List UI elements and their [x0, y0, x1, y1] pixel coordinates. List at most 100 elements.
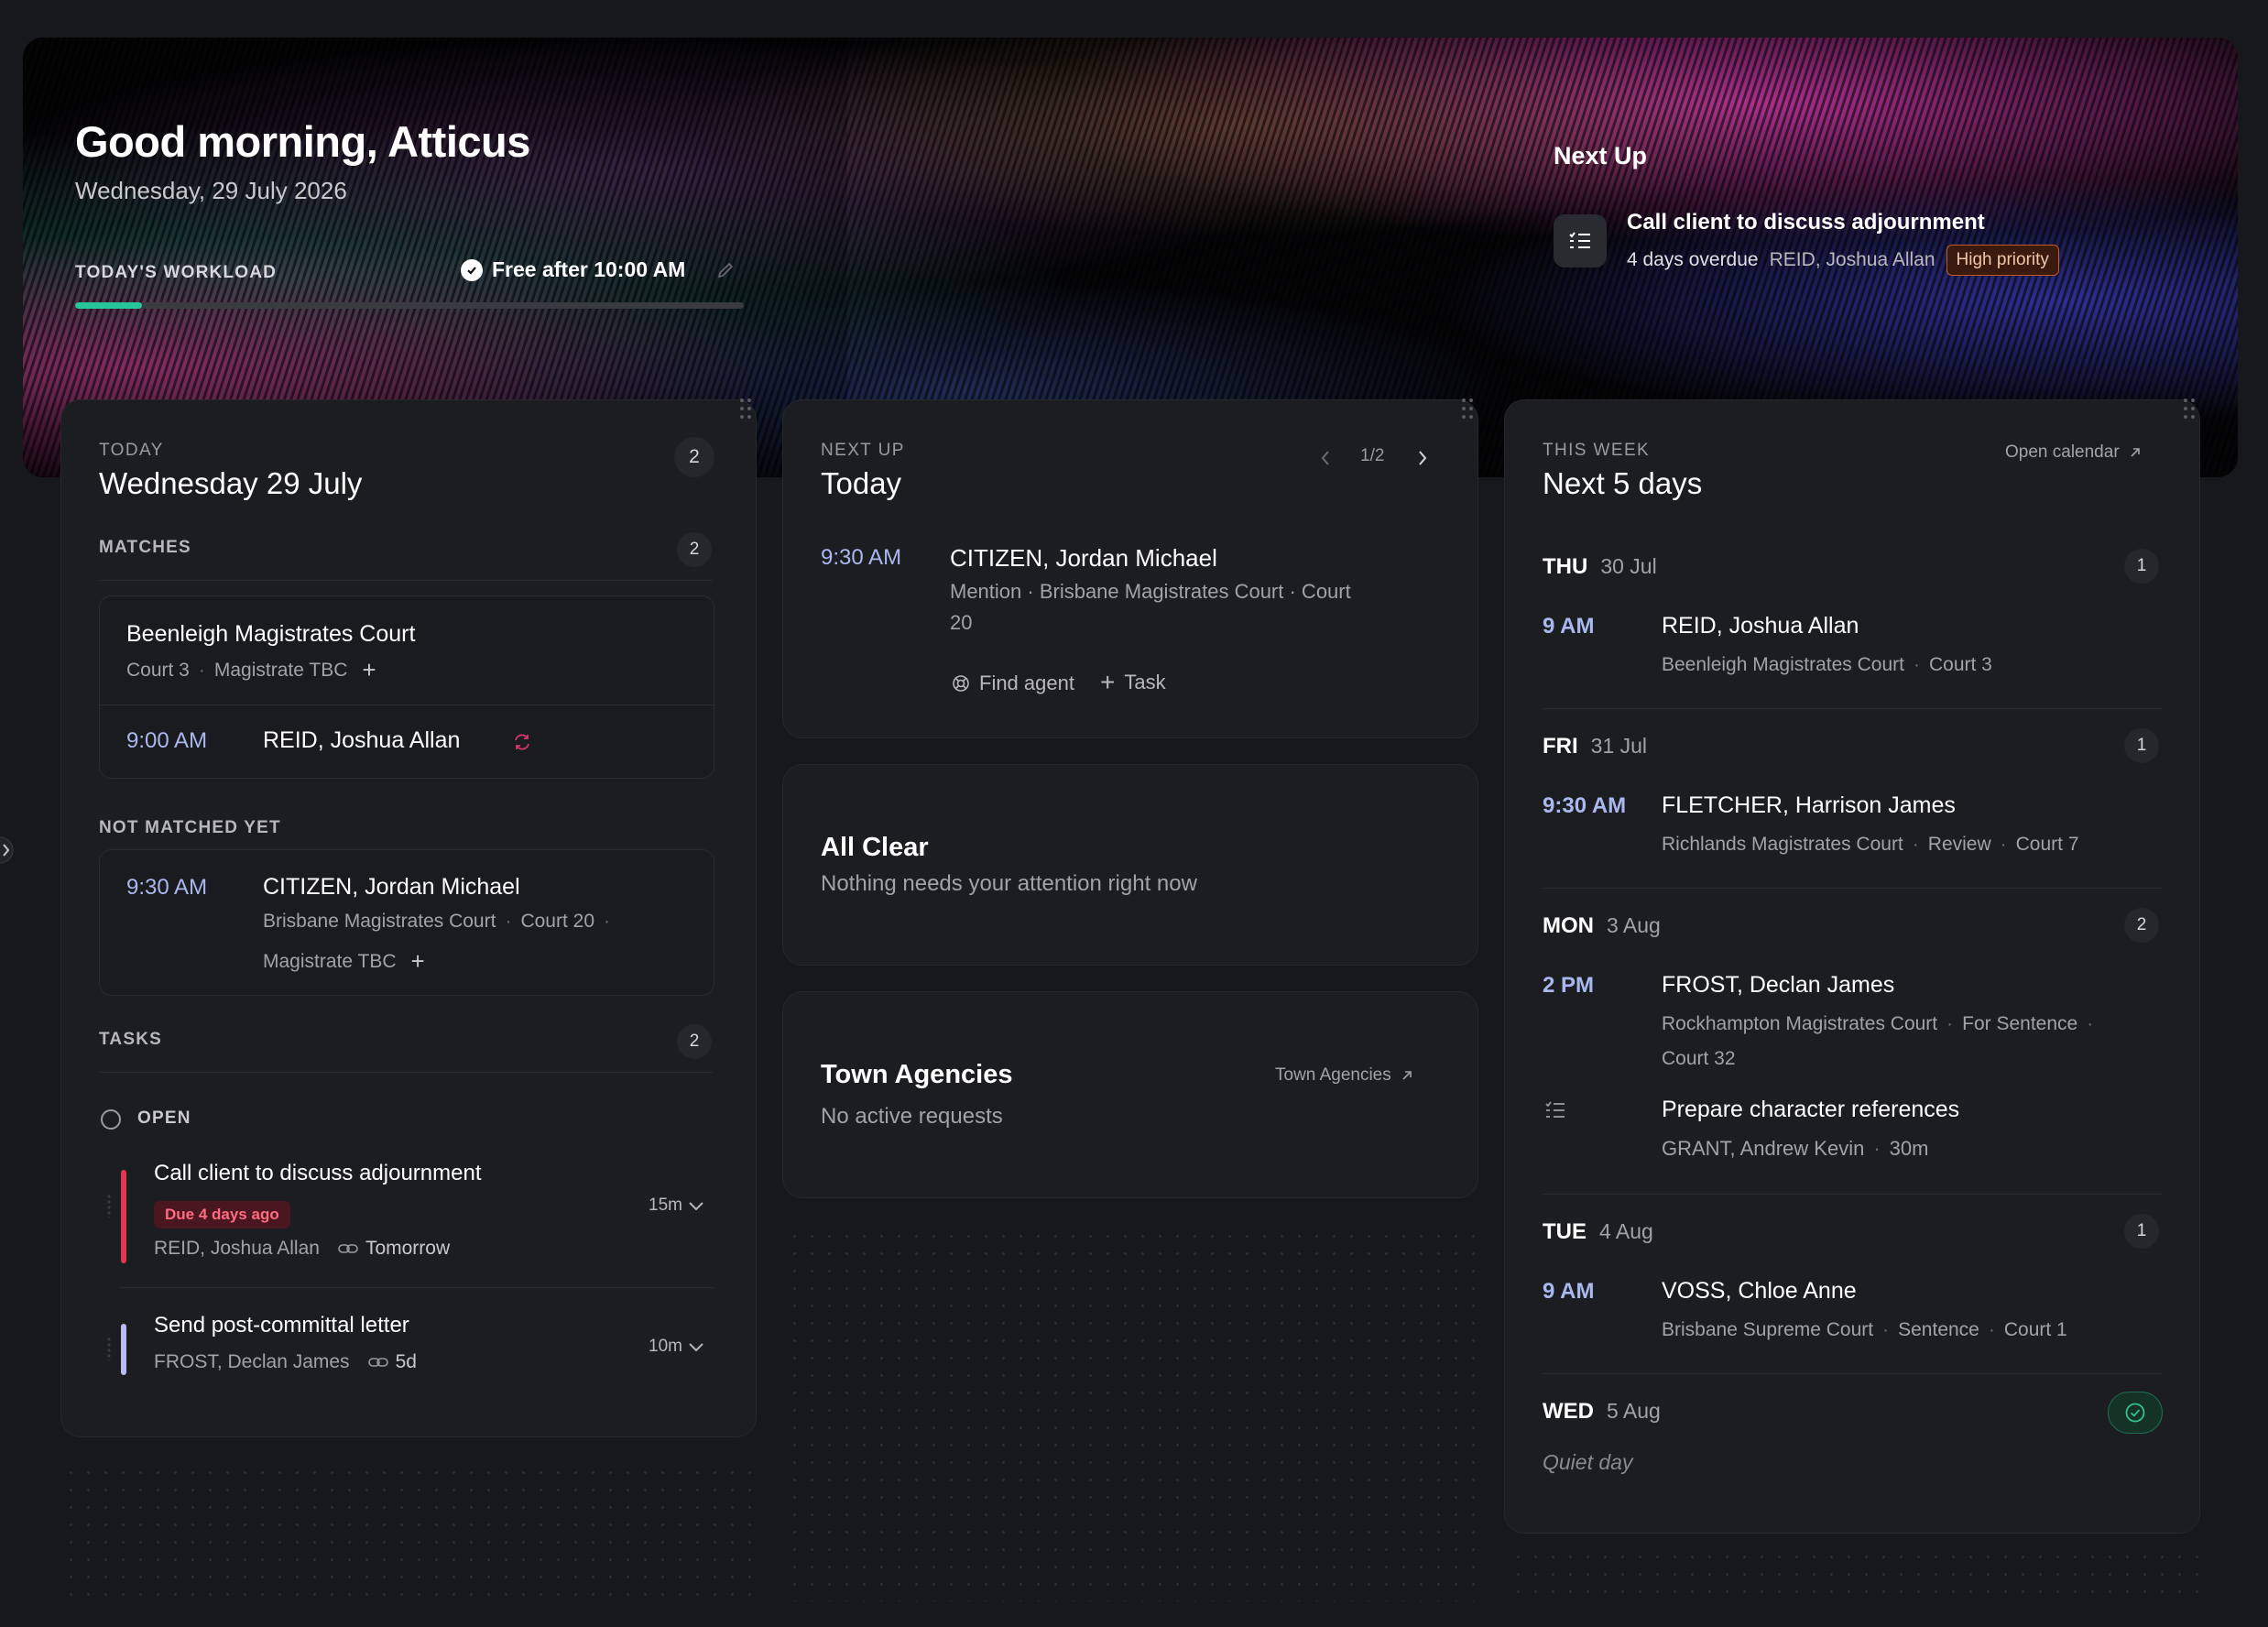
- week-event-client[interactable]: VOSS, Chloe Anne: [1662, 1278, 1857, 1305]
- week-event-meta: Beenleigh Magistrates Court · Court 3: [1662, 654, 1992, 675]
- drag-handle-icon[interactable]: [1460, 397, 1475, 420]
- unmatched-magistrate: Magistrate TBC: [263, 950, 397, 972]
- task-priority-bar: [121, 1324, 126, 1375]
- week-event-court-number: Court 1: [2003, 1319, 2067, 1340]
- week-event-meta: Brisbane Supreme Court · Sentence · Court …: [1662, 1319, 2067, 1340]
- drag-handle-icon[interactable]: [738, 397, 753, 420]
- task-link[interactable]: Tomorrow: [338, 1238, 450, 1260]
- dot-grid-bg: [1510, 1548, 2204, 1603]
- edit-pencil-icon[interactable]: [715, 260, 736, 280]
- match-magistrate: Magistrate TBC: [213, 659, 348, 681]
- unmatched-appearance[interactable]: 9:30 AM CITIZEN, Jordan Michael Brisbane…: [99, 849, 714, 996]
- chevron-down-icon[interactable]: [687, 1340, 705, 1353]
- divider: [99, 580, 713, 581]
- unmatched-meta-line2: Magistrate TBC +: [263, 947, 425, 976]
- task-item[interactable]: Call client to discuss adjournment Due 4…: [99, 1161, 714, 1298]
- next-up-card: NEXT UP Today 1/2 9:30 AM CITIZEN, Jorda…: [782, 399, 1478, 738]
- next-up-title: Today: [821, 466, 902, 500]
- sync-icon[interactable]: [512, 732, 532, 752]
- week-event-type: For Sentence: [1962, 1013, 2078, 1034]
- unmatched-time: 9:30 AM: [126, 875, 208, 900]
- dashboard: Good morning, Atticus Wednesday, 29 July…: [0, 0, 2268, 1627]
- divider: [119, 1287, 714, 1288]
- task-link-text: 5d: [395, 1351, 417, 1372]
- week-day-name: TUE: [1543, 1219, 1587, 1244]
- week-task-title[interactable]: Prepare character references: [1662, 1097, 1959, 1123]
- priority-badge: High priority: [1946, 245, 2059, 276]
- all-clear-card: All Clear Nothing needs your attention r…: [782, 764, 1478, 966]
- unmatched-client[interactable]: CITIZEN, Jordan Michael: [263, 874, 520, 901]
- drag-handle-icon[interactable]: [107, 1194, 111, 1218]
- town-agencies-link[interactable]: Town Agencies: [1275, 1065, 1413, 1086]
- week-day-count: 2: [2124, 908, 2159, 943]
- week-day-count: 1: [2124, 549, 2159, 584]
- drag-handle-icon[interactable]: [2182, 397, 2197, 420]
- divider: [1543, 1373, 2162, 1374]
- task-client: REID, Joshua Allan: [154, 1238, 320, 1259]
- today-card: TODAY Wednesday 29 July 2 MATCHES 2 Been…: [60, 399, 757, 1437]
- tasks-label: TASKS: [99, 1030, 162, 1049]
- workload-progress-fill: [75, 302, 142, 309]
- match-court-group[interactable]: Beenleigh Magistrates Court Court 3 · Ma…: [99, 595, 714, 779]
- match-client[interactable]: REID, Joshua Allan: [263, 727, 460, 754]
- task-item[interactable]: Send post-committal letter FROST, Declan…: [99, 1313, 714, 1404]
- week-event-court: Richlands Magistrates Court: [1662, 834, 1903, 855]
- week-event-time: 9:30 AM: [1543, 793, 1627, 818]
- week-title: Next 5 days: [1543, 466, 1703, 500]
- greeting-title: Good morning, Atticus: [75, 117, 530, 166]
- open-calendar-link[interactable]: Open calendar: [2005, 442, 2142, 463]
- all-clear-title: All Clear: [821, 833, 929, 862]
- week-task-duration: 30m: [1889, 1137, 1929, 1160]
- external-link-icon: [1402, 1071, 1412, 1080]
- town-agencies-card: Town Agencies Town Agencies No active re…: [782, 991, 1478, 1198]
- chevron-right-icon[interactable]: [1415, 448, 1430, 468]
- not-matched-label: NOT MATCHED YET: [99, 818, 281, 837]
- week-task-client: GRANT, Andrew Kevin: [1662, 1137, 1865, 1160]
- hero-task-client: REID, Joshua Allan: [1769, 249, 1935, 270]
- chevron-down-icon[interactable]: [687, 1199, 705, 1212]
- quiet-day-check-icon: [2108, 1392, 2163, 1434]
- week-day-name: FRI: [1543, 734, 1578, 759]
- match-court-name: Beenleigh Magistrates Court: [126, 621, 416, 647]
- week-day-name: MON: [1543, 913, 1594, 938]
- unmatched-meta-line1: Brisbane Magistrates Court · Court 20 ·: [263, 911, 610, 932]
- task-title[interactable]: Send post-committal letter: [154, 1313, 409, 1338]
- week-event-meta: Richlands Magistrates Court · Review · Cou…: [1662, 834, 2079, 855]
- pager-indicator: 1/2: [1360, 446, 1385, 465]
- this-week-card: THIS WEEK Next 5 days Open calendar THU …: [1504, 399, 2200, 1534]
- match-court-number: Court 3: [126, 659, 190, 681]
- week-event-time: 9 AM: [1543, 1279, 1595, 1304]
- week-event-court: Brisbane Supreme Court: [1662, 1319, 1874, 1340]
- hero-next-task[interactable]: Call client to discuss adjournment: [1627, 210, 1985, 235]
- add-magistrate-icon[interactable]: +: [362, 656, 376, 684]
- next-up-client[interactable]: CITIZEN, Jordan Michael: [950, 544, 1217, 573]
- week-event-type: Review: [1927, 834, 1991, 855]
- chevron-left-icon[interactable]: [1318, 448, 1333, 468]
- divider: [99, 1072, 713, 1073]
- current-date: Wednesday, 29 July 2026: [75, 177, 347, 204]
- find-agent-button[interactable]: Find agent: [952, 672, 1074, 695]
- matches-count: 2: [677, 532, 712, 567]
- week-event-client[interactable]: FLETCHER, Harrison James: [1662, 792, 1956, 819]
- link-icon: [338, 1244, 358, 1253]
- add-task-button[interactable]: + Task: [1100, 670, 1166, 695]
- week-day-date: 31 Jul: [1590, 734, 1648, 758]
- add-task-label: Task: [1124, 671, 1166, 693]
- hero-next-task-meta: 4 days overdue REID, Joshua Allan High p…: [1627, 245, 2059, 276]
- drag-handle-icon[interactable]: [107, 1337, 111, 1360]
- week-event-time: 9 AM: [1543, 614, 1595, 639]
- week-event-client[interactable]: REID, Joshua Allan: [1662, 613, 1859, 639]
- free-after-text: Free after 10:00 AM: [492, 257, 686, 281]
- next-up-time: 9:30 AM: [821, 545, 902, 570]
- task-link[interactable]: 5d: [367, 1351, 417, 1373]
- week-event-client[interactable]: FROST, Declan James: [1662, 972, 1894, 999]
- unmatched-court: Brisbane Magistrates Court: [263, 911, 496, 932]
- task-meta: REID, Joshua Allan Tomorrow: [154, 1238, 450, 1260]
- add-magistrate-icon[interactable]: +: [411, 947, 425, 976]
- match-time: 9:00 AM: [126, 728, 208, 753]
- task-title[interactable]: Call client to discuss adjournment: [154, 1161, 482, 1186]
- week-day-count: 1: [2124, 728, 2159, 763]
- sidebar-expand-icon[interactable]: [0, 832, 18, 868]
- overdue-text: 4 days overdue: [1627, 249, 1759, 270]
- next-up-detail-line2: 20: [950, 611, 973, 634]
